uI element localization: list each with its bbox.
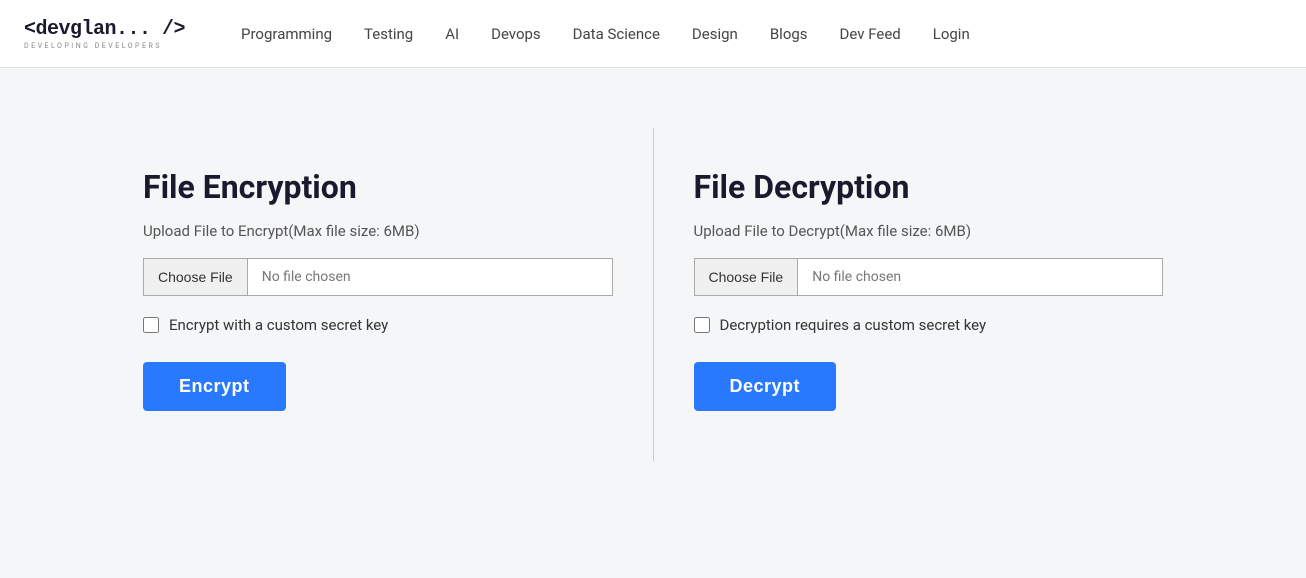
nav-item-design[interactable]: Design	[676, 17, 754, 51]
decryption-title: File Decryption	[694, 168, 1164, 206]
nav-link-datascience[interactable]: Data Science	[557, 17, 676, 51]
main-content: File Encryption Upload File to Encrypt(M…	[0, 68, 1306, 578]
nav-item-devops[interactable]: Devops	[475, 17, 557, 51]
nav-link-programming[interactable]: Programming	[225, 17, 348, 51]
encrypt-checkbox-label[interactable]: Encrypt with a custom secret key	[169, 316, 388, 334]
nav-item-ai[interactable]: AI	[429, 17, 475, 51]
decryption-subtitle: Upload File to Decrypt(Max file size: 6M…	[694, 222, 1164, 240]
decryption-file-name: No file chosen	[798, 259, 1162, 295]
nav-link-devops[interactable]: Devops	[475, 17, 557, 51]
decryption-panel: File Decryption Upload File to Decrypt(M…	[654, 128, 1204, 461]
encryption-file-name: No file chosen	[248, 259, 612, 295]
decrypt-button[interactable]: Decrypt	[694, 362, 837, 411]
nav-link-ai[interactable]: AI	[429, 17, 475, 51]
logo-title: <devglan... />	[24, 18, 185, 41]
nav-link-design[interactable]: Design	[676, 17, 754, 51]
nav-item-testing[interactable]: Testing	[348, 17, 429, 51]
encryption-title: File Encryption	[143, 168, 613, 206]
nav-item-blogs[interactable]: Blogs	[754, 17, 824, 51]
decryption-checkbox-row: Decryption requires a custom secret key	[694, 316, 1164, 334]
logo-subtitle: Developing Developers	[24, 42, 185, 50]
nav-item-login[interactable]: Login	[917, 17, 986, 51]
encryption-checkbox-row: Encrypt with a custom secret key	[143, 316, 613, 334]
encrypt-custom-key-checkbox[interactable]	[143, 317, 159, 333]
nav-links: Programming Testing AI Devops Data Scien…	[225, 17, 986, 51]
nav-link-testing[interactable]: Testing	[348, 17, 429, 51]
decryption-choose-file-button[interactable]: Choose File	[695, 259, 799, 295]
encryption-choose-file-button[interactable]: Choose File	[144, 259, 248, 295]
encryption-file-input-wrapper[interactable]: Choose File No file chosen	[143, 258, 613, 296]
nav-link-login[interactable]: Login	[917, 17, 986, 51]
decrypt-checkbox-label[interactable]: Decryption requires a custom secret key	[720, 316, 987, 334]
nav-link-blogs[interactable]: Blogs	[754, 17, 824, 51]
navbar: <devglan... /> Developing Developers Pro…	[0, 0, 1306, 68]
encryption-subtitle: Upload File to Encrypt(Max file size: 6M…	[143, 222, 613, 240]
decryption-file-input-wrapper[interactable]: Choose File No file chosen	[694, 258, 1164, 296]
nav-item-devfeed[interactable]: Dev Feed	[824, 17, 917, 51]
encryption-panel: File Encryption Upload File to Encrypt(M…	[103, 128, 653, 461]
encrypt-button[interactable]: Encrypt	[143, 362, 286, 411]
panels-container: File Encryption Upload File to Encrypt(M…	[103, 128, 1203, 461]
logo: <devglan... /> Developing Developers	[24, 18, 185, 50]
nav-item-programming[interactable]: Programming	[225, 17, 348, 51]
decrypt-custom-key-checkbox[interactable]	[694, 317, 710, 333]
nav-link-devfeed[interactable]: Dev Feed	[824, 17, 917, 51]
nav-item-datascience[interactable]: Data Science	[557, 17, 676, 51]
